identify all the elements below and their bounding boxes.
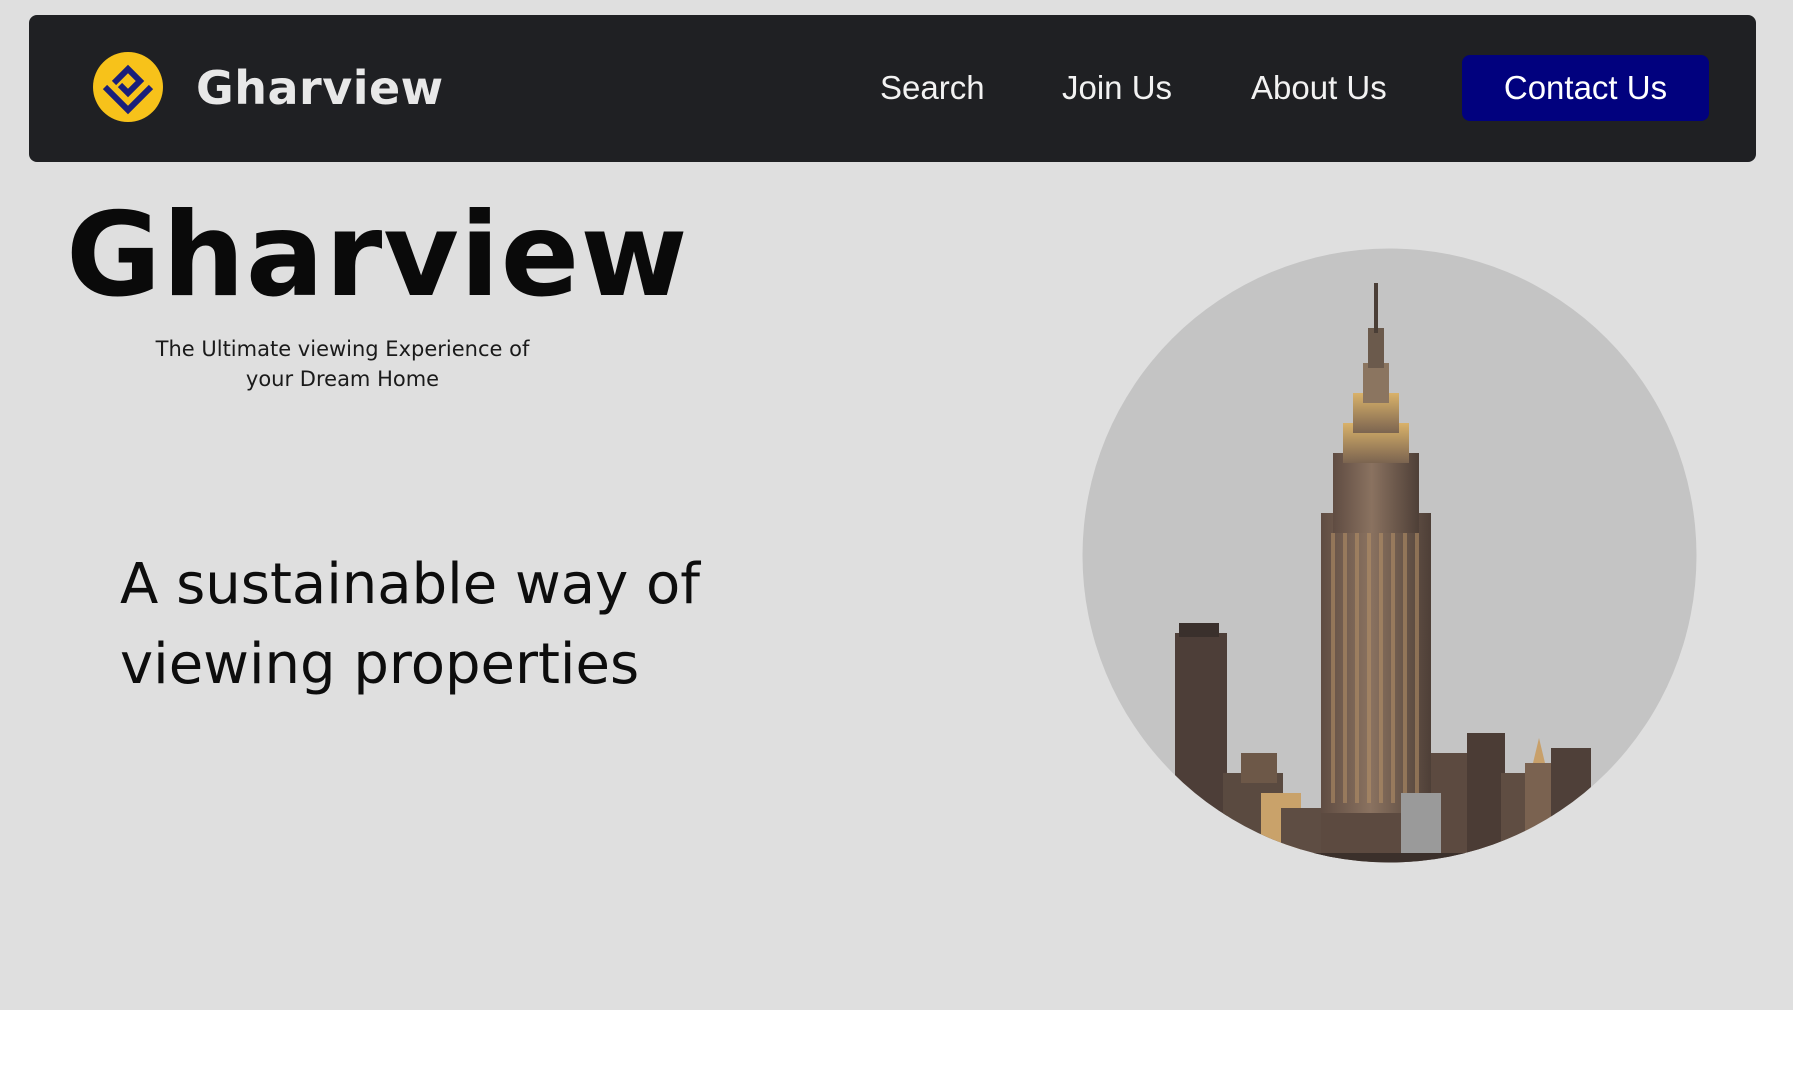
hero-subtitle: The Ultimate viewing Experience of your … [155, 337, 530, 391]
brand-name[interactable]: Gharview [196, 58, 444, 118]
nav-link-about-us[interactable]: About Us [1251, 66, 1387, 110]
hero-tagline: A sustainable way of viewing properties [120, 552, 700, 697]
nav-link-join-us[interactable]: Join Us [1062, 66, 1172, 110]
contact-us-button[interactable]: Contact Us [1462, 55, 1709, 121]
nav-link-search[interactable]: Search [880, 66, 985, 110]
skyline-image [1082, 248, 1697, 863]
hero-title: Gharview [66, 188, 689, 323]
diamond-logo-icon[interactable] [92, 51, 164, 123]
